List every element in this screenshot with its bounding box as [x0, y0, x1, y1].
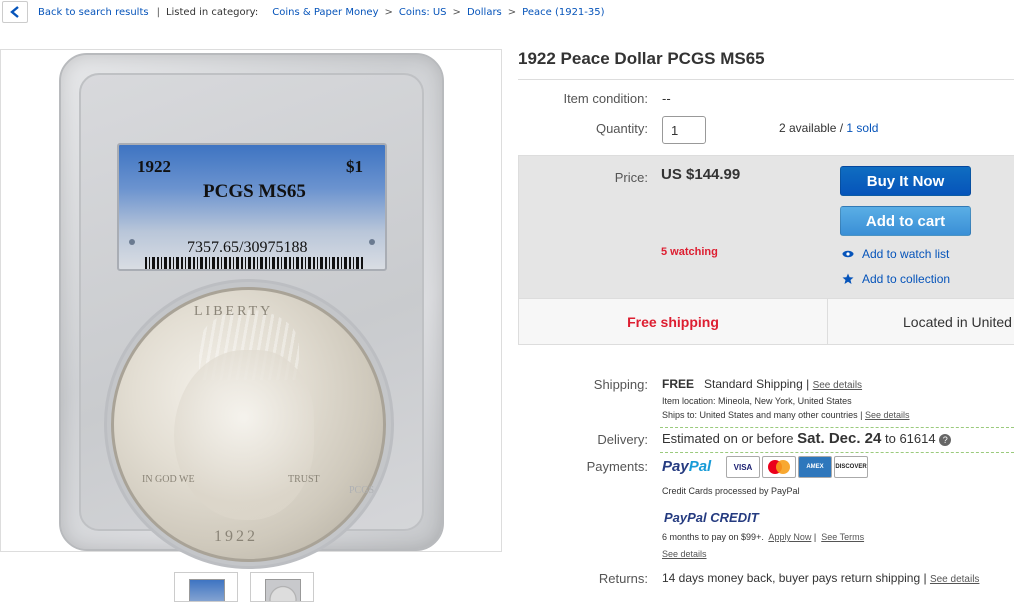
- watching-count: 5 watching: [661, 246, 718, 258]
- delivery-divider-bottom: [660, 452, 1014, 453]
- coin-motto-right: TRUST: [288, 474, 320, 485]
- category-path: Coins & Paper Money > Coins: US > Dollar…: [272, 7, 604, 18]
- card-logos: VISA AMEX DISCOVER: [726, 456, 868, 478]
- months-to-pay: 6 months to pay on $99+.: [662, 532, 764, 542]
- item-title: 1922 Peace Dollar PCGS MS65: [518, 49, 765, 68]
- apply-now-link[interactable]: Apply Now: [768, 532, 811, 542]
- shipping-label: Shipping:: [593, 377, 648, 392]
- grading-label: 1922 $1 PCGS MS65 7357.65/30975188: [117, 143, 387, 271]
- ships-to-see-details-link[interactable]: See details: [865, 410, 910, 420]
- buy-it-now-button[interactable]: Buy It Now: [840, 166, 971, 196]
- help-icon[interactable]: ?: [939, 433, 952, 446]
- payments-label: Payments:: [586, 459, 648, 474]
- category-link-coins-us[interactable]: Coins: US: [399, 7, 447, 18]
- shipping-value: FREE Standard Shipping | See details: [662, 377, 862, 391]
- coin-motto-left: IN GOD WE: [142, 474, 195, 485]
- paypal-credit-logo: PayPal CREDIT: [664, 510, 759, 525]
- returns-label: Returns:: [598, 571, 648, 586]
- collection-label: Add to collection: [862, 272, 951, 286]
- image-thumbnails: [174, 572, 314, 602]
- mastercard-icon: [762, 456, 796, 478]
- peace-dollar-coin: LIBERTY IN GOD WE TRUST 1922: [111, 287, 386, 562]
- delivery-prefix: Estimated on or before: [662, 431, 794, 446]
- shipping-see-details-link[interactable]: See details: [813, 380, 862, 391]
- visa-card-icon: VISA: [726, 456, 760, 478]
- label-denomination: $1: [346, 157, 363, 176]
- delivery-date: Sat. Dec. 24: [797, 430, 882, 447]
- product-image-panel[interactable]: 1922 $1 PCGS MS65 7357.65/30975188 LIBER…: [0, 49, 502, 569]
- label-grade: PCGS MS65: [203, 181, 306, 202]
- coin-date: 1922: [214, 528, 258, 545]
- see-terms-link[interactable]: See Terms: [821, 532, 864, 542]
- paypal-pal: Pal: [688, 458, 712, 475]
- add-to-watch-list-link[interactable]: Add to watch list: [842, 247, 949, 261]
- delivery-divider-top: [660, 427, 1014, 428]
- label-cert-number: 7357.65/30975188: [187, 239, 308, 256]
- watch-list-label: Add to watch list: [862, 247, 950, 261]
- item-location: Item location: Mineola, New York, United…: [662, 396, 852, 406]
- paypal-see-details-link[interactable]: See details: [662, 549, 707, 559]
- item-condition-value: --: [662, 91, 671, 106]
- returns-text: 14 days money back, buyer pays return sh…: [662, 571, 927, 585]
- quantity-label: Quantity:: [595, 121, 648, 136]
- free-shipping-badge: Free shipping: [519, 299, 828, 344]
- quantity-input[interactable]: [662, 116, 706, 144]
- discover-card-icon: DISCOVER: [834, 456, 868, 478]
- amex-card-icon: AMEX: [798, 456, 832, 478]
- availability: 2 available / 1 sold: [779, 121, 878, 135]
- breadcrumb-separator: |: [156, 6, 160, 18]
- breadcrumb: Back to search results | Listed in categ…: [0, 0, 1014, 24]
- shipping-summary-bar: Free shipping Located in United: [518, 299, 1014, 345]
- path-separator: >: [507, 6, 517, 18]
- located-in-text: Located in United: [903, 313, 1012, 330]
- liberty-profile: [174, 350, 314, 520]
- star-icon: [842, 273, 854, 284]
- listed-in-category-label: Listed in category:: [165, 6, 259, 18]
- path-separator: >: [384, 6, 393, 18]
- paypal-logo: PayPal: [662, 458, 711, 475]
- available-count: 2 available: [779, 121, 837, 135]
- label-year: 1922: [137, 157, 171, 176]
- category-link-dollars[interactable]: Dollars: [467, 7, 502, 18]
- item-condition-label: Item condition:: [563, 91, 648, 106]
- barcode: [145, 257, 365, 269]
- price-value: US $144.99: [661, 166, 741, 183]
- paypal-credit-pay: PayPal: [664, 510, 707, 525]
- delivery-suffix: to 61614: [885, 431, 936, 446]
- ships-to: Ships to: United States and many other c…: [662, 410, 910, 420]
- chevron-left-icon: [10, 6, 19, 18]
- credit-cards-processed: Credit Cards processed by PayPal: [662, 486, 800, 496]
- label-rivet: [129, 239, 135, 245]
- path-separator: >: [452, 6, 461, 18]
- sold-count-link[interactable]: 1 sold: [846, 121, 878, 135]
- paypal-credit-word: CREDIT: [710, 510, 759, 525]
- price-label: Price:: [614, 170, 648, 185]
- paypal-credit-terms: 6 months to pay on $99+. Apply Now | See…: [662, 532, 865, 542]
- ships-to-text: Ships to: United States and many other c…: [662, 410, 863, 420]
- label-rivet: [369, 239, 375, 245]
- title-divider: [518, 79, 1014, 80]
- add-to-collection-link[interactable]: Add to collection: [842, 272, 950, 286]
- coin-legend-liberty: LIBERTY: [194, 304, 274, 319]
- shipping-type: Standard Shipping |: [704, 377, 810, 391]
- slab-mark: PCGS: [349, 485, 375, 496]
- thumbnail-coin[interactable]: [250, 572, 314, 602]
- category-link-coins-paper-money[interactable]: Coins & Paper Money: [272, 7, 378, 18]
- returns-see-details-link[interactable]: See details: [930, 574, 979, 585]
- available-separator: /: [836, 121, 847, 135]
- delivery-label: Delivery:: [597, 432, 648, 447]
- returns-value: 14 days money back, buyer pays return sh…: [662, 571, 979, 585]
- thumbnail-label[interactable]: [174, 572, 238, 602]
- delivery-value: Estimated on or before Sat. Dec. 24 to 6…: [662, 430, 952, 447]
- add-to-cart-button[interactable]: Add to cart: [840, 206, 971, 236]
- mastercard-circles-icon: [768, 460, 790, 474]
- back-button[interactable]: [2, 1, 28, 23]
- paypal-pay: Pay: [662, 458, 689, 475]
- eye-icon: [842, 250, 854, 258]
- category-link-peace[interactable]: Peace (1921-35): [522, 7, 604, 18]
- back-to-search-link[interactable]: Back to search results: [38, 7, 149, 18]
- shipping-free: FREE: [662, 377, 695, 391]
